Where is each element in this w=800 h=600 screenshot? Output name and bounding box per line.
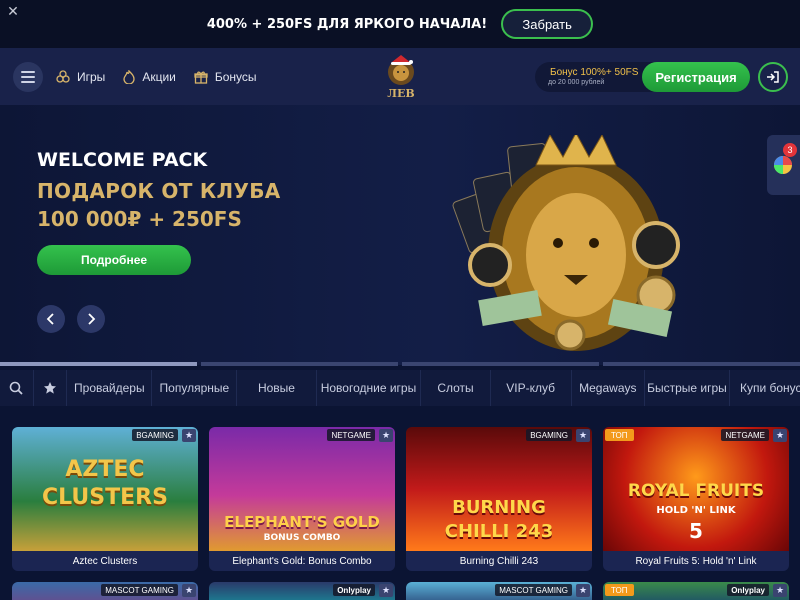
provider-badge: Onlyplay [727, 584, 769, 596]
register-button[interactable]: Регистрация [642, 62, 750, 92]
wheel-icon [774, 156, 792, 174]
search-button[interactable] [0, 370, 34, 406]
category-vip[interactable]: VIP-клуб [491, 370, 572, 406]
game-name: Elephant's Gold: Bonus Combo [209, 551, 395, 571]
top-badge: ТОП [605, 429, 634, 441]
game-art-subtitle: BONUS COMBO [263, 533, 341, 543]
slide-indicator-2[interactable] [201, 362, 398, 366]
game-thumbnail[interactable]: BURNING CHILLI 243 BGAMING ★ [406, 427, 592, 551]
game-name: Burning Chilli 243 [406, 551, 592, 571]
bonus-subtitle: до 20 000 рублей [548, 79, 605, 86]
favorite-star-icon[interactable]: ★ [773, 429, 787, 442]
category-providers[interactable]: Провайдеры [67, 370, 153, 406]
banner-amount: 100 000₽ + 250FS [37, 207, 242, 231]
provider-badge: MASCOT GAMING [495, 584, 572, 596]
game-art-title: ROYAL FRUITS [627, 481, 765, 501]
favorite-star-icon[interactable]: ★ [379, 584, 393, 597]
category-fast-games[interactable]: Быстрые игры [645, 370, 730, 406]
gift-icon [194, 71, 208, 84]
slide-indicator-4[interactable] [603, 362, 800, 366]
nav-label: Акции [142, 70, 176, 84]
games-grid: AZTEC CLUSTERS BGAMING ★ Aztec Clusters … [0, 406, 800, 600]
top-badge: ТОП [605, 584, 634, 596]
game-art-subtitle: CLUSTERS [42, 485, 168, 510]
promo-text: 400% + 250FS ДЛЯ ЯРКОГО НАЧАЛА! [206, 16, 488, 32]
favorite-star-icon[interactable]: ★ [576, 429, 590, 442]
notification-badge: 3 [783, 143, 797, 157]
clover-icon [56, 70, 70, 83]
category-new-year[interactable]: Новогодние игры [317, 370, 422, 406]
slide-indicator-3[interactable] [402, 362, 599, 366]
category-popular[interactable]: Популярные [152, 370, 238, 406]
star-icon [43, 382, 56, 394]
prev-slide-button[interactable] [37, 305, 65, 333]
provider-badge: BGAMING [526, 429, 572, 441]
favorite-star-icon[interactable]: ★ [773, 584, 787, 597]
game-card[interactable]: Onlyplay ★ [209, 582, 395, 600]
game-thumbnail[interactable]: ROYAL FRUITS HOLD 'N' LINK 5 ТОП NETGAME… [603, 427, 789, 551]
game-card[interactable]: MASCOT GAMING ★ [406, 582, 592, 600]
category-new[interactable]: Новые [237, 370, 317, 406]
menu-icon[interactable] [13, 62, 43, 92]
chevron-right-icon [88, 313, 96, 325]
bonus-title: Бонус 100%+ 50FS [550, 67, 639, 78]
game-art-subtitle: HOLD 'N' LINK [656, 505, 736, 516]
nav-label: Игры [77, 70, 106, 84]
search-icon [10, 381, 23, 395]
provider-badge: Onlyplay [333, 584, 375, 596]
category-megaways[interactable]: Megaways [572, 370, 645, 406]
banner-subtitle: ПОДАРОК ОТ КЛУБА [37, 179, 281, 203]
game-art-subtitle: CHILLI 243 [444, 521, 554, 542]
game-card[interactable]: MASCOT GAMING ★ [12, 582, 198, 600]
nav-item-games[interactable]: Игры [56, 70, 105, 84]
claim-button[interactable]: Забрать [501, 9, 594, 39]
nav-item-bonuses[interactable]: Бонусы [194, 70, 257, 84]
logo[interactable]: ЛЕВ [378, 54, 424, 100]
lion-artwork [452, 135, 680, 351]
promo-bar: ✕ 400% + 250FS ДЛЯ ЯРКОГО НАЧАЛА! Забрат… [0, 0, 800, 48]
favorite-star-icon[interactable]: ★ [182, 584, 196, 597]
favorite-star-icon[interactable]: ★ [576, 584, 590, 597]
main-nav: Игры Акции Бонусы [56, 62, 257, 92]
category-buy-bonus[interactable]: Купи бонус [730, 370, 800, 406]
flame-icon [123, 70, 135, 84]
nav-item-promos[interactable]: Акции [123, 70, 176, 84]
favorites-button[interactable] [34, 370, 68, 406]
provider-badge: NETGAME [327, 429, 375, 441]
more-button[interactable]: Подробнее [37, 245, 191, 275]
provider-badge: BGAMING [132, 429, 178, 441]
game-name: Aztec Clusters [12, 551, 198, 571]
side-widget[interactable] [767, 135, 800, 195]
close-icon[interactable]: ✕ [6, 4, 20, 18]
favorite-star-icon[interactable]: ★ [182, 429, 196, 442]
login-button[interactable] [758, 62, 788, 92]
game-name: Royal Fruits 5: Hold 'n' Link [603, 551, 789, 571]
chevron-left-icon [46, 313, 54, 325]
game-card[interactable]: ТОП Onlyplay ★ [603, 582, 789, 600]
nav-label: Бонусы [214, 70, 257, 84]
banner-title: WELCOME PACK [37, 149, 208, 171]
login-icon [767, 71, 779, 83]
game-thumbnail[interactable]: AZTEC CLUSTERS BGAMING ★ [12, 427, 198, 551]
hero-banner: WELCOME PACK ПОДАРОК ОТ КЛУБА 100 000₽ +… [0, 105, 800, 365]
game-thumbnail[interactable]: ELEPHANT'S GOLD BONUS COMBO NETGAME ★ [209, 427, 395, 551]
game-art-title: AZTEC [65, 457, 145, 482]
next-slide-button[interactable] [77, 305, 105, 333]
category-bar: Провайдеры Популярные Новые Новогодние и… [0, 370, 800, 406]
logo-text: ЛЕВ [387, 87, 414, 100]
game-art-title: ELEPHANT'S GOLD [224, 513, 380, 531]
game-art-number: 5 [689, 519, 703, 543]
provider-badge: MASCOT GAMING [101, 584, 178, 596]
slide-indicator-1[interactable] [0, 362, 197, 366]
game-art-title: BURNING [452, 497, 546, 518]
category-slots[interactable]: Слоты [421, 370, 491, 406]
provider-badge: NETGAME [721, 429, 769, 441]
favorite-star-icon[interactable]: ★ [379, 429, 393, 442]
